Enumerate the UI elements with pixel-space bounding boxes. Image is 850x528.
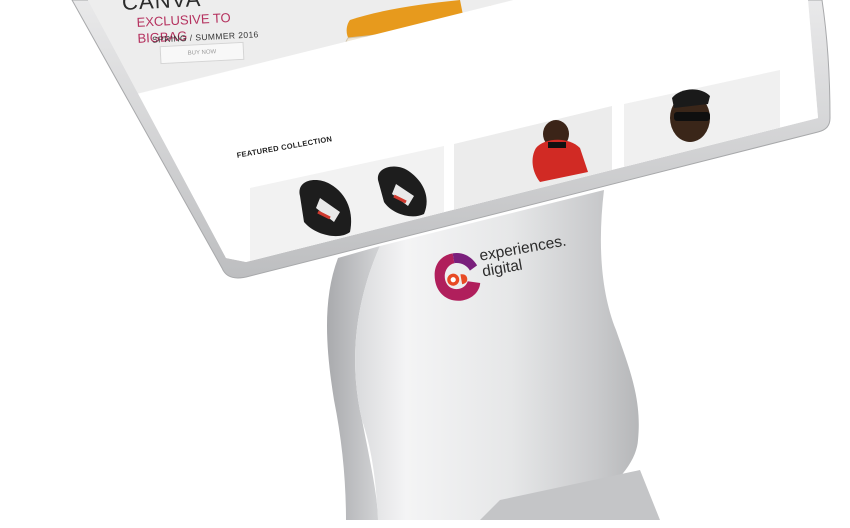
brand-name: experiences. digital: [478, 233, 570, 281]
experiences-digital-logo-icon: [434, 253, 481, 301]
kiosk-scene: CANVA EXCLUSIVE TO BIGBAG SPRING / SUMME…: [0, 0, 850, 520]
